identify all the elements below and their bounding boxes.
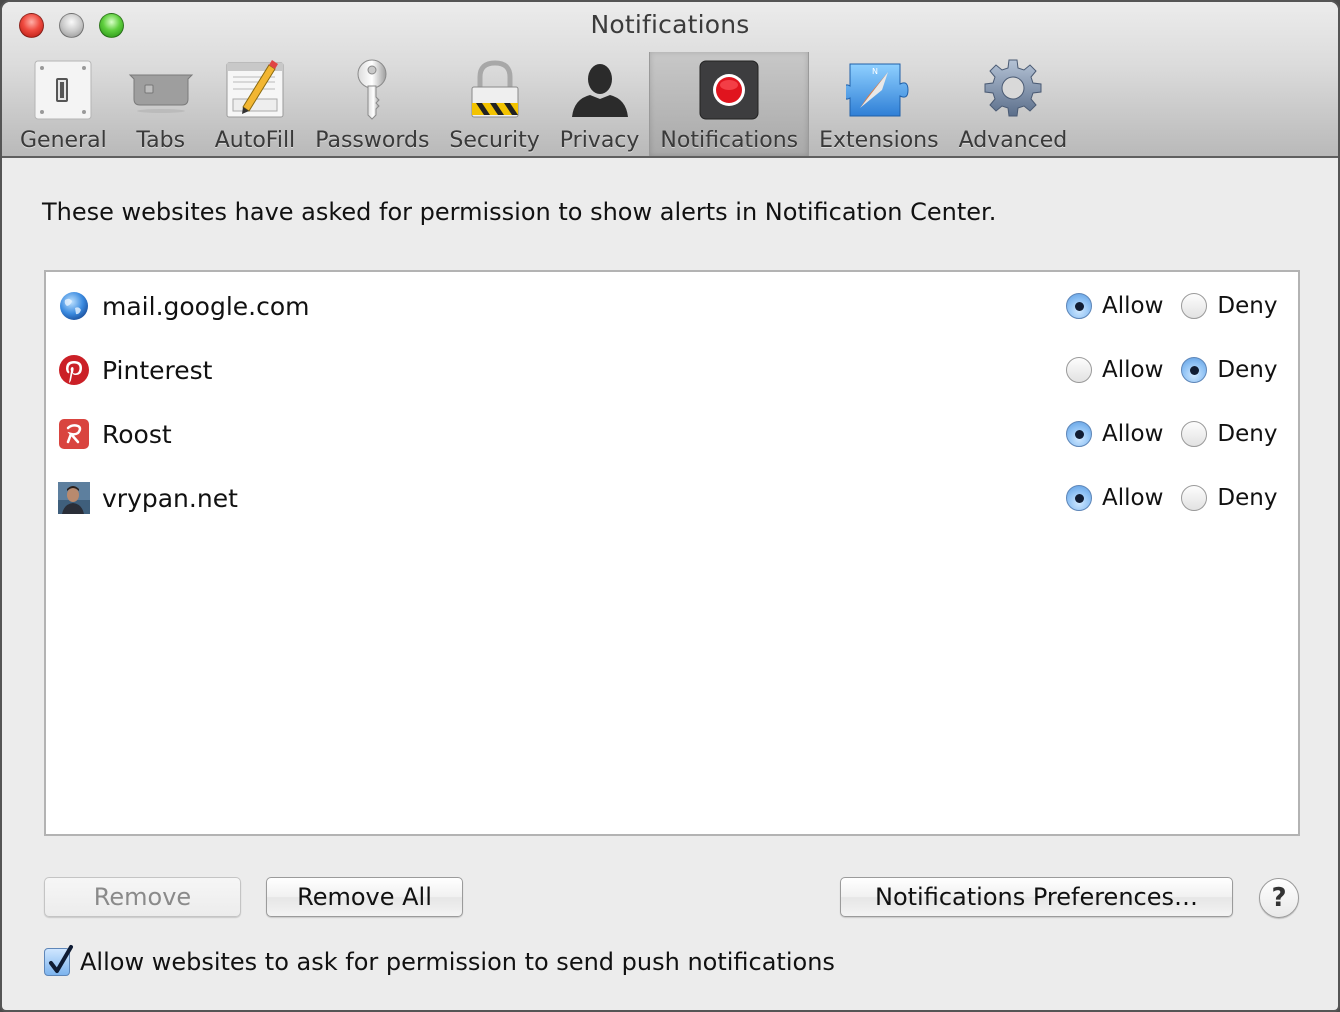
allow-push-label: Allow websites to ask for permission to … [80,948,835,976]
tab-security[interactable]: Security [439,52,549,156]
website-row[interactable]: vrypan.net Allow Deny [46,466,1298,530]
compass-puzzle-icon: N [845,58,913,122]
website-name: Pinterest [102,355,213,385]
allow-option[interactable]: Allow [1066,421,1163,447]
svg-text:N: N [872,67,878,76]
deny-radio[interactable] [1181,357,1208,383]
autofill-pencil-icon [221,58,289,122]
toolbar: Notifications General Tabs AutoFill Pass… [2,2,1338,158]
tab-advanced[interactable]: Advanced [949,52,1078,156]
notifications-preferences-button[interactable]: Notifications Preferences… [840,877,1233,917]
tab-label: Security [449,128,540,153]
deny-option[interactable]: Deny [1181,485,1277,511]
tab-label: Tabs [136,128,186,153]
tab-label: Notifications [660,128,799,153]
help-button[interactable]: ? [1259,878,1299,918]
tab-label: AutoFill [214,128,296,153]
allow-radio[interactable] [1066,357,1092,383]
deny-label: Deny [1217,485,1278,511]
tab-notifications[interactable]: Notifications [649,52,810,156]
deny-radio[interactable] [1181,485,1208,511]
tab-label: Privacy [559,128,640,153]
allow-option[interactable]: Allow [1066,293,1163,319]
allow-label: Allow [1102,485,1164,511]
preference-tabs: General Tabs AutoFill Passwords Security… [10,52,1077,158]
light-switch-icon [29,58,97,122]
tab-label: Extensions [819,128,939,153]
pinterest-icon [58,354,90,386]
permission-radio-group: Allow Deny [1066,485,1295,511]
permission-radio-group: Allow Deny [1066,357,1295,383]
roost-icon [58,418,90,450]
website-name: vrypan.net [102,483,238,513]
permission-radio-group: Allow Deny [1066,421,1295,447]
tab-extensions[interactable]: N Extensions [809,52,948,156]
websites-list: mail.google.com Allow Deny Pinterest All… [44,270,1300,836]
deny-option[interactable]: Deny [1181,421,1277,447]
tabs-icon [127,58,195,122]
allow-radio[interactable] [1066,293,1092,319]
remove-button[interactable]: Remove [44,877,241,917]
tab-label: Advanced [958,128,1068,153]
deny-label: Deny [1217,357,1278,383]
permission-radio-group: Allow Deny [1066,293,1295,319]
tab-autofill[interactable]: AutoFill [205,52,305,156]
tab-privacy[interactable]: Privacy [550,52,650,156]
tab-label: Passwords [315,128,430,153]
padlock-icon [461,58,529,122]
deny-radio[interactable] [1181,293,1208,319]
allow-push-checkbox[interactable] [44,945,73,976]
deny-option[interactable]: Deny [1181,293,1277,319]
allow-label: Allow [1102,421,1164,447]
checkmark-icon [49,945,73,973]
allow-label: Allow [1102,357,1164,383]
tab-label: General [20,128,107,153]
description-text: These websites have asked for permission… [42,198,997,226]
deny-radio[interactable] [1181,421,1208,447]
window-title: Notifications [590,10,750,39]
allow-radio[interactable] [1066,485,1092,511]
website-row[interactable]: Roost Allow Deny [46,402,1298,466]
allow-label: Allow [1102,293,1164,319]
website-row[interactable]: Pinterest Allow Deny [46,338,1298,402]
allow-push-checkbox-row[interactable]: Allow websites to ask for permission to … [44,945,835,976]
gear-icon [979,58,1047,122]
deny-option[interactable]: Deny [1181,357,1277,383]
person-silhouette-icon [566,58,634,122]
allow-option[interactable]: Allow [1066,485,1163,511]
notification-record-icon [695,58,763,122]
tab-tabs[interactable]: Tabs [117,52,205,156]
remove-all-button[interactable]: Remove All [266,877,463,917]
website-name: mail.google.com [102,291,310,321]
globe-icon [58,290,90,322]
deny-label: Deny [1217,293,1278,319]
allow-option[interactable]: Allow [1066,357,1163,383]
preferences-window: Notifications General Tabs AutoFill Pass… [0,0,1340,1012]
deny-label: Deny [1217,421,1278,447]
key-icon [338,58,406,122]
website-row[interactable]: mail.google.com Allow Deny [46,274,1298,338]
allow-radio[interactable] [1066,421,1092,447]
tab-general[interactable]: General [10,52,117,156]
tab-passwords[interactable]: Passwords [305,52,439,156]
website-name: Roost [102,419,172,449]
user-photo-icon [58,482,90,514]
